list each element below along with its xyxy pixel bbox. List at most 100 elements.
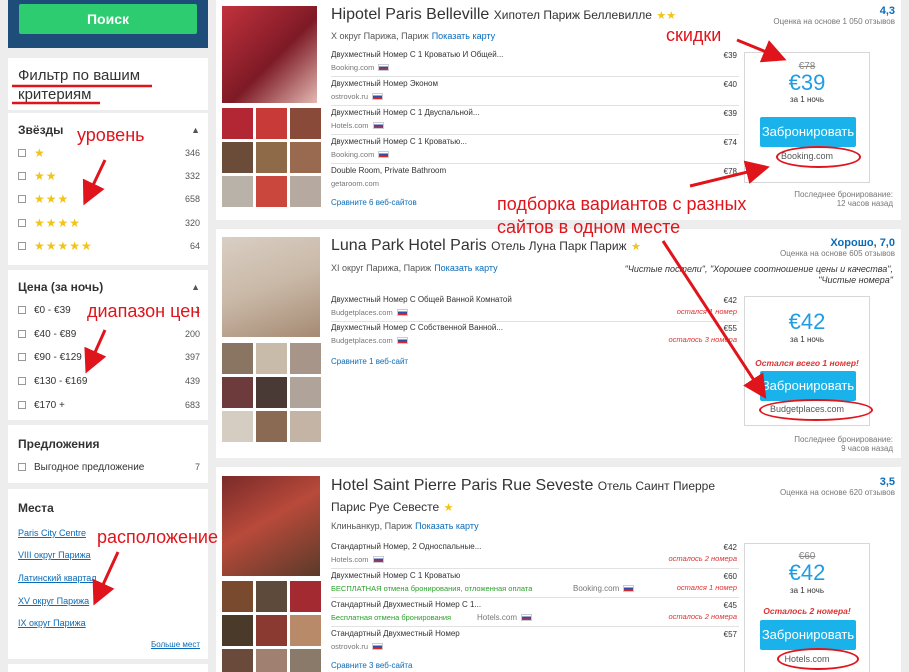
hotel-thumbnail[interactable]	[256, 649, 287, 672]
offer-row[interactable]: Стандартный Двухместный Номер С 1... Бесп…	[331, 598, 739, 627]
hotel-thumbnail[interactable]	[290, 411, 321, 442]
price-option[interactable]: €40 - €89 200	[18, 326, 200, 342]
offer-row[interactable]: Двухместный Номер С 1 Кроватью... Booking…	[331, 135, 739, 164]
hotel-thumbnail[interactable]	[290, 581, 321, 612]
offer-row[interactable]: Двухместный Номер С 1 Двуспальной... Hote…	[331, 106, 739, 135]
offer-row[interactable]: Стандартный Номер, 2 Односпальные... Hote…	[331, 540, 739, 569]
show-map-link[interactable]: Показать карту	[434, 263, 497, 273]
hotel-thumbnail[interactable]	[256, 142, 287, 173]
review-count: Оценка на основе 620 отзывов	[780, 488, 895, 497]
hotel-name[interactable]: Luna Park Hotel Paris Отель Луна Парк Па…	[331, 237, 641, 255]
hotel-thumbnail[interactable]	[256, 176, 287, 207]
last-booking-time: 12 часов назад	[836, 199, 893, 208]
room-name: Двухместный Номер С 1 Кроватью	[331, 571, 461, 580]
stars-option[interactable]: ★★★★ 320	[18, 215, 200, 231]
checkbox[interactable]	[18, 401, 26, 409]
offer-row[interactable]: Double Room, Private Bathroom getaroom.co…	[331, 164, 739, 193]
place-link[interactable]: VIII округ Парижа	[18, 550, 91, 560]
hotel-main-photo[interactable]	[222, 6, 317, 103]
search-button[interactable]: Поиск	[19, 4, 197, 34]
hotel-thumbnail[interactable]	[222, 343, 253, 374]
show-map-link[interactable]: Показать карту	[432, 31, 495, 41]
hotel-thumbnail[interactable]	[290, 142, 321, 173]
compare-sites-link[interactable]: Сравните 6 веб-сайтов	[331, 198, 417, 207]
offer-row[interactable]: Двухместный Номер С Собственной Ванной..…	[331, 321, 739, 350]
stars-option[interactable]: ★★ 332	[18, 168, 200, 184]
hotel-thumbnail[interactable]	[290, 377, 321, 408]
filter-sidebar: Поиск Фильтр по вашим критериям Звёзды ▲…	[8, 0, 208, 672]
hotel-name-en[interactable]: Hipotel Paris Belleville	[331, 6, 489, 23]
offer-option[interactable]: Выгодное предложение 7	[18, 459, 200, 475]
checkbox[interactable]	[18, 219, 26, 227]
option-count: 320	[184, 218, 200, 228]
place-link[interactable]: XV округ Парижа	[18, 596, 89, 606]
location-text: X округ Парижа, Париж	[331, 31, 429, 41]
hotel-thumbnail[interactable]	[290, 108, 321, 139]
stars-option[interactable]: ★★★★★ 64	[18, 238, 200, 254]
hotel-main-photo[interactable]	[222, 476, 320, 576]
offer-price: €39	[723, 109, 737, 118]
price-filter: Цена (за ночь) ▲ €0 - €39 1 €40 - €89 200 …	[8, 270, 208, 420]
hotel-thumbnail[interactable]	[222, 411, 253, 442]
hotel-thumbnail[interactable]	[256, 581, 287, 612]
checkbox[interactable]	[18, 330, 26, 338]
hotel-thumbnail[interactable]	[290, 615, 321, 646]
offer-site: getaroom.com	[331, 179, 379, 188]
offer-row[interactable]: Стандартный Двухместный Номер ostrovok.ru…	[331, 627, 739, 656]
hotel-name[interactable]: Hotel Saint Pierre Paris Rue Seveste Оте…	[331, 477, 715, 495]
book-button[interactable]: Забронировать	[760, 117, 856, 147]
checkbox[interactable]	[18, 195, 26, 203]
hotel-thumbnail[interactable]	[222, 581, 253, 612]
hotel-name-en[interactable]: Hotel Saint Pierre Paris Rue Seveste	[331, 477, 593, 494]
checkbox[interactable]	[18, 172, 26, 180]
star-icons: ★★★★★	[34, 239, 93, 253]
stars-option[interactable]: ★★★ 658	[18, 191, 200, 207]
hotel-thumbnail[interactable]	[290, 343, 321, 374]
book-button[interactable]: Забронировать	[760, 620, 856, 650]
offer-row[interactable]: Двухместный Номер С 1 Кроватью И Общей..…	[331, 48, 739, 77]
hotel-thumbnail[interactable]	[256, 343, 287, 374]
hotel-name[interactable]: Hipotel Paris Belleville Хипотел Париж Б…	[331, 6, 676, 24]
hotel-thumbnail[interactable]	[256, 411, 287, 442]
checkbox[interactable]	[18, 149, 26, 157]
compare-sites-link[interactable]: Сравните 1 веб-сайт	[331, 357, 408, 366]
hotel-thumbnail[interactable]	[256, 108, 287, 139]
offer-price: €40	[723, 80, 737, 89]
hotel-thumbnail[interactable]	[290, 176, 321, 207]
hotel-name-en[interactable]: Luna Park Hotel Paris	[331, 237, 487, 254]
place-link[interactable]: Латинский квартал	[18, 573, 97, 583]
hotel-main-photo[interactable]	[222, 237, 320, 337]
more-places-link[interactable]: Больше мест	[151, 640, 200, 649]
offer-row[interactable]: Двухместный Номер С 1 Кроватью БЕСПЛАТНАЯ…	[331, 569, 739, 598]
hotel-thumbnail[interactable]	[222, 377, 253, 408]
book-button[interactable]: Забронировать	[760, 371, 856, 401]
checkbox[interactable]	[18, 377, 26, 385]
compare-sites-link[interactable]: Сравните 3 веб-сайта	[331, 661, 412, 670]
collapse-caret-icon[interactable]: ▲	[191, 282, 200, 292]
hotel-thumbnail[interactable]	[222, 649, 253, 672]
hotel-thumbnail[interactable]	[256, 377, 287, 408]
hotel-location: Клиньанкур, Париж Показать карту	[331, 521, 479, 531]
hotel-thumbnail[interactable]	[222, 142, 253, 173]
rating-value: 4,3	[879, 5, 895, 17]
checkbox[interactable]	[18, 353, 26, 361]
hotel-thumbnail[interactable]	[256, 615, 287, 646]
offer-row[interactable]: Двухместный Номер Эконом ostrovok.ru €40	[331, 77, 739, 106]
place-link[interactable]: IX округ Парижа	[18, 618, 86, 628]
checkbox[interactable]	[18, 463, 26, 471]
price-option[interactable]: €130 - €169 439	[18, 373, 200, 389]
price-option[interactable]: €90 - €129 397	[18, 349, 200, 365]
offer-row[interactable]: Двухместный Номер С Общей Ванной Комнато…	[331, 293, 739, 322]
place-link[interactable]: Paris City Centre	[18, 528, 86, 538]
offer-price: €55	[723, 324, 737, 333]
hotel-thumbnail[interactable]	[222, 108, 253, 139]
hotel-thumbnail[interactable]	[290, 649, 321, 672]
show-map-link[interactable]: Показать карту	[415, 521, 478, 531]
price-option[interactable]: €170 + 683	[18, 397, 200, 413]
stars-option[interactable]: ★ 346	[18, 145, 200, 161]
hotel-thumbnail[interactable]	[222, 176, 253, 207]
collapse-caret-icon[interactable]: ▲	[191, 125, 200, 135]
hotel-thumbnail[interactable]	[222, 615, 253, 646]
checkbox[interactable]	[18, 306, 26, 314]
checkbox[interactable]	[18, 242, 26, 250]
